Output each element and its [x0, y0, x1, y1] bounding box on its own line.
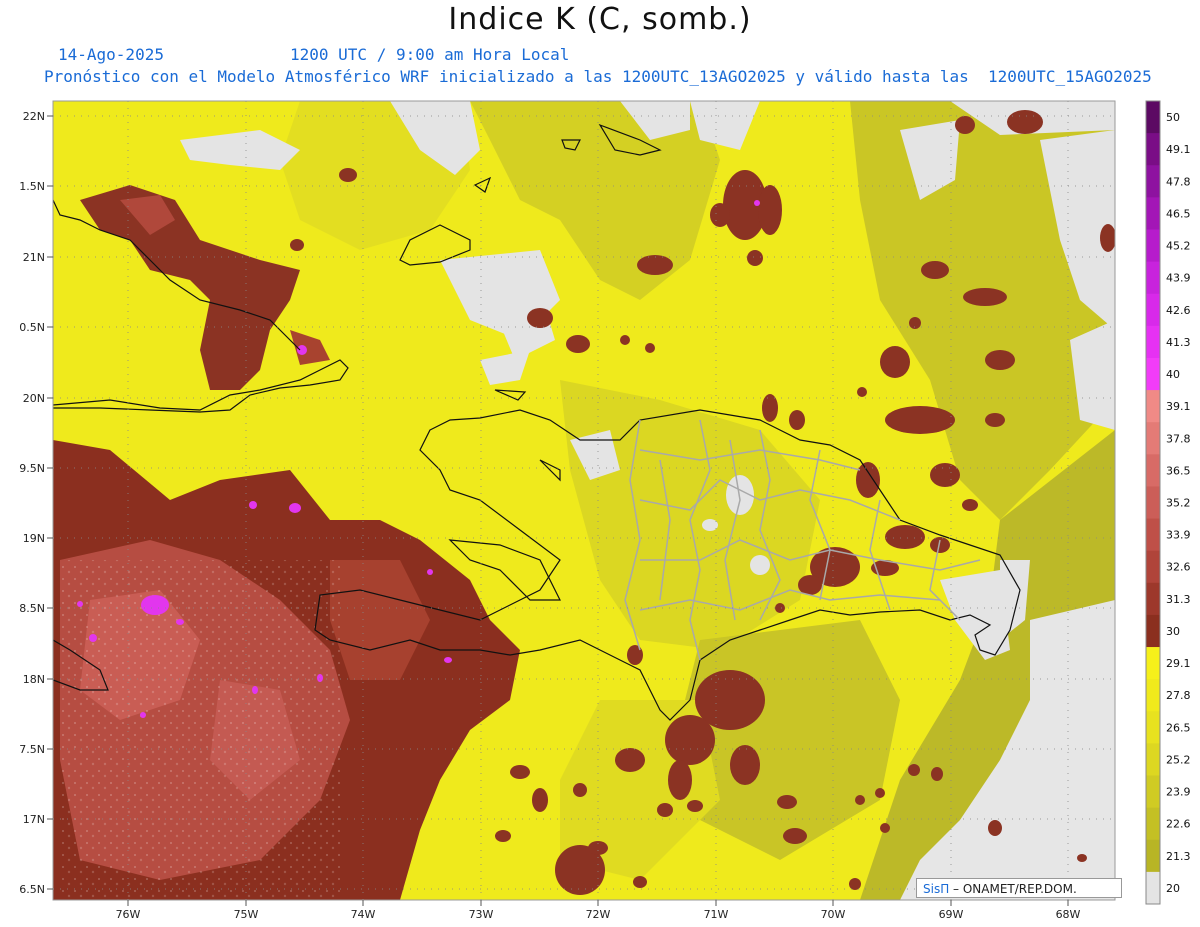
colorbar-label: 49.1 [1166, 143, 1191, 156]
lat-label: 22N [23, 110, 45, 123]
lon-label: 74W [351, 908, 376, 921]
colorbar-label: 31.3 [1166, 593, 1191, 606]
colorbar-label: 41.3 [1166, 336, 1191, 349]
colorbar-swatch [1146, 390, 1160, 423]
colorbar-label: 37.8 [1166, 432, 1191, 445]
colorbar-label: 43.9 [1166, 272, 1191, 285]
colorbar-label: 40 [1166, 368, 1180, 381]
colorbar-swatch [1146, 133, 1160, 166]
colorbar-swatch [1146, 582, 1160, 616]
lon-label: 73W [469, 908, 494, 921]
colorbar: 50 49.1 47.8 46.5 45.2 43.9 42.6 41.3 40 39.1 37.8… [1145, 100, 1191, 905]
lat-label: 7.5N [19, 743, 45, 756]
colorbar-swatch [1146, 550, 1160, 584]
colorbar-swatch [1146, 293, 1160, 327]
colorbar-label: 39.1 [1166, 400, 1191, 413]
colorbar-swatch [1146, 711, 1160, 744]
map-field [53, 101, 1115, 900]
colorbar-swatch [1146, 101, 1160, 134]
colorbar-label: 36.5 [1166, 464, 1191, 477]
lat-label: 8.5N [19, 602, 45, 615]
lat-label: 0.5N [19, 321, 45, 334]
colorbar-label: 27.8 [1166, 689, 1191, 702]
colorbar-label: 25.2 [1166, 753, 1191, 766]
colorbar-swatch [1146, 871, 1160, 905]
colorbar-label: 32.6 [1166, 561, 1191, 574]
credit-text: – ONAMET/REP.DOM. [949, 882, 1077, 896]
colorbar-label: 42.6 [1166, 304, 1191, 317]
colorbar-swatch [1146, 261, 1160, 295]
credit-box: SisΠ – ONAMET/REP.DOM. [916, 878, 1122, 898]
colorbar-swatch [1146, 229, 1160, 263]
colorbar-label: 45.2 [1166, 240, 1191, 253]
lon-label: 68W [1056, 908, 1081, 921]
lat-label: 19N [23, 532, 45, 545]
longitude-axis: 76W 75W 74W 73W 72W 71W 70W 69W 68W [116, 900, 1081, 921]
colorbar-label: 29.1 [1166, 657, 1191, 670]
colorbar-swatch [1146, 807, 1160, 841]
lon-label: 72W [586, 908, 611, 921]
colorbar-swatch [1146, 518, 1160, 552]
colorbar-label: 35.2 [1166, 497, 1191, 510]
lon-label: 69W [939, 908, 964, 921]
lat-label: 9.5N [19, 462, 45, 475]
colorbar-swatch [1146, 197, 1160, 230]
colorbar-label: 26.5 [1166, 721, 1191, 734]
colorbar-swatch [1146, 454, 1160, 487]
lat-label: 6.5N [19, 883, 45, 896]
lat-label: 1.5N [19, 180, 45, 193]
k-index-map: 22N 1.5N 21N 0.5N 20N 9.5N 19N 8.5N 18N 7.5N 17N 6.… [19, 100, 1191, 921]
colorbar-label: 23.9 [1166, 786, 1191, 799]
colorbar-swatch [1146, 743, 1160, 777]
colorbar-label: 46.5 [1166, 207, 1191, 220]
colorbar-swatch [1146, 614, 1160, 648]
lon-label: 71W [704, 908, 729, 921]
sispi-logo-text: SisΠ [923, 882, 950, 896]
colorbar-swatch [1146, 325, 1160, 359]
lon-label: 76W [116, 908, 141, 921]
colorbar-label: 22.6 [1166, 818, 1191, 831]
colorbar-label: 47.8 [1166, 175, 1191, 188]
colorbar-label: 20 [1166, 882, 1180, 895]
lat-label: 21N [23, 251, 45, 264]
colorbar-label: 50 [1166, 111, 1180, 124]
colorbar-label: 33.9 [1166, 529, 1191, 542]
latitude-axis: 22N 1.5N 21N 0.5N 20N 9.5N 19N 8.5N 18N 7.5N 17N 6.… [19, 110, 53, 896]
colorbar-swatch [1146, 357, 1160, 391]
colorbar-label: 30 [1166, 625, 1180, 638]
colorbar-swatch [1146, 486, 1160, 520]
colorbar-label: 21.3 [1166, 850, 1191, 863]
colorbar-swatch [1146, 422, 1160, 455]
colorbar-swatch [1146, 647, 1160, 680]
colorbar-swatch [1146, 839, 1160, 873]
colorbar-swatch [1146, 679, 1160, 712]
lat-label: 17N [23, 813, 45, 826]
lon-label: 70W [821, 908, 846, 921]
colorbar-swatch [1146, 165, 1160, 198]
lat-label: 18N [23, 673, 45, 686]
colorbar-swatch [1146, 775, 1160, 809]
lon-label: 75W [234, 908, 259, 921]
lat-label: 20N [23, 392, 45, 405]
